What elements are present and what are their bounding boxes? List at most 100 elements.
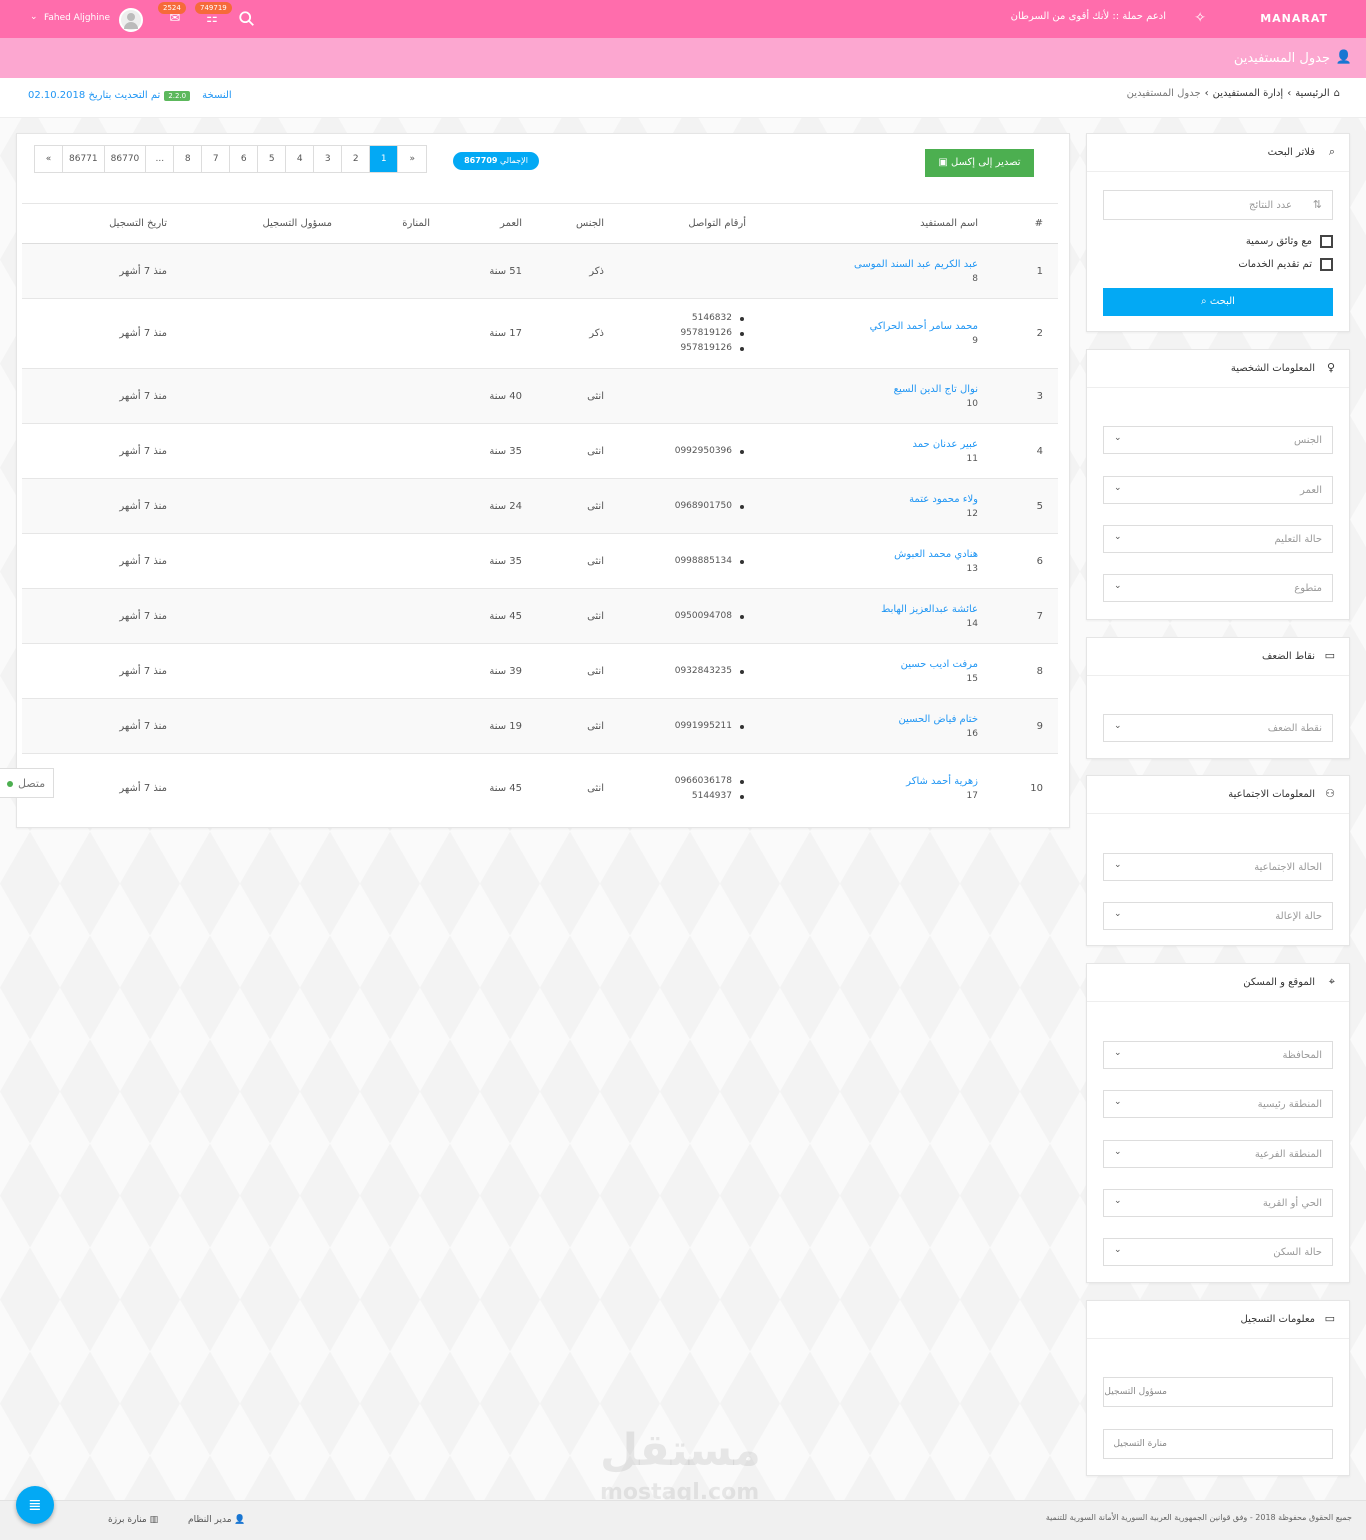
table-row[interactable]: 7 عائشة عبدالعزيز الهابط 14 0950094708 انثى 4…: [22, 588, 1058, 644]
page-current[interactable]: 1: [370, 146, 399, 172]
page-link[interactable]: 6: [230, 146, 259, 172]
page-link[interactable]: 7: [202, 146, 231, 172]
registration-panel: ▭ معلومات التسجيل مسؤول التسجيل منارة ال…: [1086, 1300, 1350, 1476]
page-link[interactable]: 8: [174, 146, 203, 172]
phone-list: 0932843235: [614, 664, 746, 679]
beneficiary-name-link[interactable]: عبير عدنان حمد: [754, 439, 978, 450]
results-count-input[interactable]: عدد النتائج ⇅: [1103, 190, 1333, 220]
row-index: 10: [1022, 753, 1058, 824]
lighthouse-cell: [338, 243, 436, 299]
col-age[interactable]: العمر: [436, 203, 524, 244]
table-row[interactable]: 4 عبير عدنان حمد 11 0992950396 انثى 35 سنة منذ…: [22, 423, 1058, 479]
gender-cell: انثى: [524, 533, 614, 589]
dependency-select[interactable]: حالة الإعالة ⌄: [1103, 902, 1333, 930]
table-row[interactable]: 10 زهرية أحمد شاكر 17 0966036178 5144937 انثى…: [22, 753, 1058, 824]
branch-name: منارة برزة ▥: [108, 1515, 159, 1525]
table-row[interactable]: 1 عبد الكريم عبد السند الموسى 8 ذكر 51 سنة من…: [22, 243, 1058, 299]
pagination: « 86771 86770 ... 8 7 6 5 4 3 2 1 »: [34, 145, 428, 173]
age-cell: 40 سنة: [436, 368, 524, 424]
page-link[interactable]: 3: [314, 146, 343, 172]
lighthouse-cell: [338, 298, 436, 369]
table-row[interactable]: 5 ولاء محمود عتمة 12 0968901750 انثى 24 سنة من…: [22, 478, 1058, 534]
gender-select[interactable]: الجنس ⌄: [1103, 426, 1333, 454]
page-link[interactable]: 86771: [63, 146, 105, 172]
responsible-cell: [173, 243, 338, 299]
registration-lighthouse-input[interactable]: منارة التسجيل: [1103, 1429, 1333, 1459]
phone-list: 0950094708: [614, 609, 746, 624]
breadcrumb-section[interactable]: إدارة المستفيدين: [1213, 88, 1284, 99]
row-index: 7: [1022, 588, 1058, 644]
main-area-select[interactable]: المنطقة رئيسية ⌄: [1103, 1090, 1333, 1118]
checkbox-box[interactable]: [1320, 258, 1333, 271]
marital-select[interactable]: الحالة الاجتماعية ⌄: [1103, 853, 1333, 881]
registration-responsible-input[interactable]: مسؤول التسجيل: [1103, 1377, 1333, 1407]
watermark-logo: مستقل: [600, 1425, 761, 1476]
age-select[interactable]: العمر ⌄: [1103, 476, 1333, 504]
col-lighthouse[interactable]: المنارة: [338, 203, 436, 244]
menu-fab-button[interactable]: ≣: [16, 1486, 54, 1524]
chevron-down-icon[interactable]: ⌄: [30, 12, 38, 22]
search-icon[interactable]: [238, 10, 256, 28]
beneficiary-name-link[interactable]: ولاء محمود عتمة: [754, 494, 978, 505]
page-link[interactable]: 5: [258, 146, 287, 172]
home-icon[interactable]: ⌂: [1334, 88, 1340, 99]
table-row[interactable]: 3 نوال تاج الدين السيع 10 انثى 40 سنة منذ 7 أ…: [22, 368, 1058, 424]
page-link[interactable]: 4: [286, 146, 315, 172]
beneficiary-name-link[interactable]: نوال تاج الدين السيع: [754, 384, 978, 395]
col-index[interactable]: #: [1022, 203, 1058, 244]
beneficiary-name-link[interactable]: زهرية أحمد شاكر: [754, 776, 978, 787]
housing-select[interactable]: حالة السكن ⌄: [1103, 1238, 1333, 1266]
breadcrumb-home[interactable]: الرئيسية: [1295, 88, 1329, 99]
services-checkbox[interactable]: تم تقديم الخدمات: [1238, 258, 1333, 271]
table-row[interactable]: 6 هنادي محمد العبوش 13 0998885134 انثى 35 سنة…: [22, 533, 1058, 589]
beneficiary-name-link[interactable]: ختام فياض الحسين: [754, 714, 978, 725]
weakness-select[interactable]: نقطة الضعف ⌄: [1103, 714, 1333, 742]
avatar[interactable]: [119, 8, 143, 32]
governorate-select[interactable]: المحافظة ⌄: [1103, 1041, 1333, 1069]
notifications-icon[interactable]: ☷ 749719: [195, 2, 232, 29]
volunteer-select[interactable]: متطوع ⌄: [1103, 574, 1333, 602]
page-next[interactable]: »: [398, 146, 427, 172]
page-first[interactable]: «: [35, 146, 63, 172]
brand-logo[interactable]: MANARAT: [1260, 12, 1328, 25]
beneficiary-name-link[interactable]: هنادي محمد العبوش: [754, 549, 978, 560]
search-icon: ⌕: [1328, 145, 1335, 158]
education-select[interactable]: حالة التعليم ⌄: [1103, 525, 1333, 553]
beneficiary-name-link[interactable]: عبد الكريم عبد السند الموسى: [754, 259, 978, 270]
documents-checkbox[interactable]: مع وثائق رسمية: [1246, 235, 1333, 248]
col-phones[interactable]: أرقام التواصل: [614, 203, 754, 244]
phone-list: 0991995211: [614, 719, 746, 734]
beneficiary-id: 15: [966, 673, 978, 684]
search-icon: ⌕: [1201, 296, 1207, 307]
user-name[interactable]: Fahed Aljghine: [44, 13, 110, 23]
search-button[interactable]: ⌕ البحث: [1103, 288, 1333, 316]
table-row[interactable]: 9 ختام فياض الحسين 16 0991995211 انثى 19 سنة م…: [22, 698, 1058, 754]
beneficiary-name-link[interactable]: عائشة عبدالعزيز الهابط: [754, 604, 978, 615]
phone-list: 0966036178 5144937: [614, 774, 746, 804]
gender-cell: ذكر: [524, 298, 614, 369]
beneficiary-name-link[interactable]: مرفت اديب حسين: [754, 659, 978, 670]
page-link[interactable]: 86770: [104, 146, 147, 172]
campaign-link[interactable]: ادعم حملة :: لأنك أقوى من السرطان: [1011, 11, 1166, 22]
lighthouse-cell: [338, 753, 436, 824]
lighthouse-cell: [338, 643, 436, 699]
beneficiary-name-link[interactable]: محمد سامر أحمد الحراكي: [754, 321, 978, 332]
sub-area-select[interactable]: المنطقة الفرعية ⌄: [1103, 1140, 1333, 1168]
phone-number: 0998885134: [614, 554, 746, 569]
checkbox-box[interactable]: [1320, 235, 1333, 248]
col-name[interactable]: اسم المستفيد: [754, 203, 1022, 244]
messages-icon[interactable]: ✉ 2524: [158, 2, 186, 29]
responsible-cell: [173, 533, 338, 589]
neighborhood-select[interactable]: الحي أو القرية ⌄: [1103, 1189, 1333, 1217]
table-row[interactable]: 2 محمد سامر أحمد الحراكي 9 5146832 957819126…: [22, 298, 1058, 369]
sort-icon: ⇅: [1312, 198, 1322, 211]
page-title-bar: 👤 جدول المستفيدين: [0, 38, 1366, 78]
page-link[interactable]: 2: [342, 146, 371, 172]
col-gender[interactable]: الجنس: [524, 203, 614, 244]
online-status[interactable]: متصل: [0, 768, 54, 798]
col-date[interactable]: تاريخ التسجيل: [22, 203, 173, 244]
col-responsible[interactable]: مسؤول التسجيل: [173, 203, 338, 244]
table-row[interactable]: 8 مرفت اديب حسين 15 0932843235 انثى 39 سنة منذ…: [22, 643, 1058, 699]
gender-cell: ذكر: [524, 243, 614, 299]
export-excel-button[interactable]: ▣ تصدير إلى إكسل: [925, 149, 1034, 177]
